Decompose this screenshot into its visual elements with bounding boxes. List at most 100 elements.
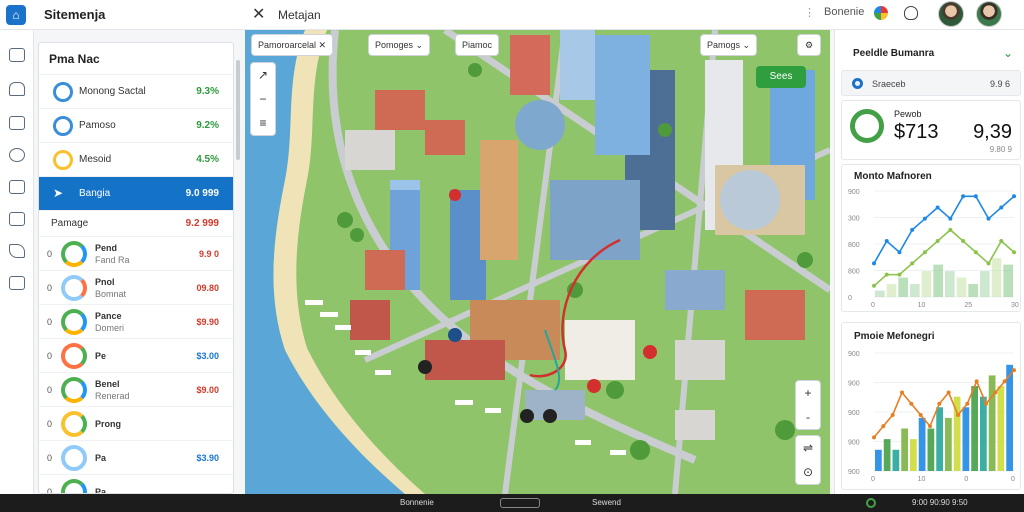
image-icon[interactable] bbox=[9, 180, 25, 194]
data-point bbox=[928, 424, 932, 429]
chevron-down-icon[interactable]: ⌄ bbox=[1003, 46, 1013, 60]
summary-header: Peeldle Bumanra ⌄ bbox=[841, 40, 1021, 68]
map-pin[interactable] bbox=[643, 345, 657, 359]
compass-icon[interactable] bbox=[9, 148, 25, 162]
map-pin[interactable] bbox=[587, 379, 601, 393]
notifications-icon[interactable] bbox=[904, 6, 918, 20]
list-item[interactable]: 0 Pance Domeri $9.90 bbox=[39, 305, 233, 339]
data-point bbox=[956, 412, 960, 417]
bar bbox=[875, 449, 882, 471]
bar bbox=[997, 386, 1005, 471]
map-pin[interactable] bbox=[418, 360, 432, 374]
data-point bbox=[935, 239, 940, 244]
pan-icon[interactable]: ↗ bbox=[251, 63, 275, 87]
item-value: 9.9 0 bbox=[198, 249, 219, 259]
map-pin[interactable] bbox=[543, 409, 557, 423]
zoom-out-button[interactable]: - bbox=[796, 405, 820, 429]
app-logo-icon[interactable]: ⌂ bbox=[6, 5, 26, 25]
filter-chip-label: Pomoges bbox=[375, 40, 414, 50]
search-label: Sraeceb bbox=[872, 79, 906, 89]
map-action-button[interactable]: Sees bbox=[756, 66, 806, 88]
layers-icon[interactable]: ≡ bbox=[251, 111, 275, 135]
map-pin[interactable] bbox=[520, 409, 534, 423]
home-icon[interactable] bbox=[9, 48, 25, 62]
bar bbox=[936, 407, 943, 471]
list-item[interactable]: 0 Prong bbox=[39, 407, 233, 441]
place-item[interactable]: Mesoid 4.5% bbox=[39, 143, 233, 177]
place-label: Bangia bbox=[79, 188, 111, 199]
bar bbox=[988, 375, 996, 471]
place-item[interactable]: Pamoso 9.2% bbox=[39, 109, 233, 143]
bar bbox=[883, 439, 891, 471]
filter-chip[interactable]: Pamoroarcelal ✕ bbox=[251, 34, 334, 56]
document-icon[interactable] bbox=[9, 212, 25, 226]
avatar[interactable] bbox=[938, 1, 964, 27]
filter-chip[interactable]: Pomoges ⌄ bbox=[368, 34, 431, 56]
data-point bbox=[881, 424, 886, 429]
more-icon[interactable]: ⋮ bbox=[804, 6, 815, 19]
data-point bbox=[897, 250, 902, 255]
route-icon[interactable]: ⇌ bbox=[796, 436, 820, 460]
place-item[interactable]: Pamage 9.2 999 bbox=[39, 211, 233, 237]
item-title: Prong bbox=[95, 419, 121, 429]
item-title: Pa bbox=[95, 453, 107, 463]
data-point bbox=[918, 412, 923, 417]
item-value: 09.80 bbox=[196, 283, 219, 293]
place-item[interactable]: Monong Sactal 9.3% bbox=[39, 75, 233, 109]
list-item[interactable]: 0 Pe $3.00 bbox=[39, 339, 233, 373]
data-point bbox=[872, 283, 876, 288]
settings-icon[interactable]: ⚙ bbox=[797, 34, 821, 56]
bar bbox=[956, 277, 967, 297]
item-index: 0 bbox=[47, 317, 53, 327]
top-right-actions: ⋮ Bonenie bbox=[804, 0, 1024, 30]
place-value: 4.5% bbox=[196, 154, 219, 165]
panel-title: Pma Nac bbox=[39, 43, 233, 75]
taskbar-window-icon[interactable] bbox=[500, 498, 540, 508]
city-map[interactable]: Pamoroarcelal ✕ Pomoges ⌄ Piamoc Pamogs … bbox=[245, 30, 830, 494]
x-tick-label: 0 bbox=[964, 476, 968, 483]
data-point bbox=[884, 239, 889, 244]
chart-card-2: Pmoie Mefonegri 900 900 900 900 900 0 10 0 0 bbox=[841, 322, 1021, 490]
place-icon bbox=[53, 116, 73, 136]
panel-scrollbar[interactable] bbox=[236, 60, 240, 160]
x-tick-label: 0 bbox=[1011, 476, 1015, 483]
filter-chip-label: Pamoroarcelal bbox=[258, 40, 317, 50]
place-item-active[interactable]: ➤ Bangia 9.0 999 bbox=[39, 177, 233, 211]
apps-icon[interactable] bbox=[874, 6, 888, 20]
close-icon[interactable]: ✕ bbox=[252, 4, 265, 24]
list-item[interactable]: 0 Benel Renerad $9.00 bbox=[39, 373, 233, 407]
progress-ring-icon bbox=[61, 343, 87, 369]
map-location-controls: ⇌ ⊙ bbox=[795, 435, 821, 485]
taskbar-app[interactable]: Sewend bbox=[592, 498, 621, 507]
list-item[interactable]: 0 Pend Fand Ra 9.9 0 bbox=[39, 237, 233, 271]
place-icon bbox=[53, 82, 73, 102]
kpi-ring-icon bbox=[850, 109, 884, 143]
list-item[interactable]: 0 Pa bbox=[39, 475, 233, 493]
avatar-secondary[interactable] bbox=[976, 1, 1002, 27]
list-item[interactable]: 0 Pa $3.90 bbox=[39, 441, 233, 475]
search-row[interactable]: Sraeceb 9.9 6 bbox=[841, 70, 1021, 96]
chart-icon[interactable] bbox=[9, 116, 25, 130]
taskbar-app[interactable]: Bonnenie bbox=[400, 498, 434, 507]
filter-chip[interactable]: Pamogs ⌄ bbox=[700, 34, 758, 56]
clock: 9:00 90:90 9:50 bbox=[912, 498, 968, 507]
list-item[interactable]: 0 Pnol Bomnat 09.80 bbox=[39, 271, 233, 305]
filter-chip[interactable]: Piamoc bbox=[455, 34, 500, 56]
data-point bbox=[935, 205, 940, 210]
bar bbox=[1006, 364, 1013, 471]
locate-icon[interactable]: ⊙ bbox=[796, 460, 820, 484]
shield-icon[interactable] bbox=[9, 82, 25, 96]
zoom-in-button[interactable]: + bbox=[796, 381, 820, 405]
map-pin[interactable] bbox=[449, 189, 461, 201]
progress-ring-icon bbox=[61, 479, 87, 493]
zoom-out-icon[interactable]: − bbox=[251, 87, 275, 111]
tag-icon[interactable] bbox=[9, 244, 25, 258]
top-right-label[interactable]: Bonenie bbox=[824, 6, 864, 18]
map-pin[interactable] bbox=[448, 328, 462, 342]
bar bbox=[968, 284, 978, 297]
item-subtitle: Fand Ra bbox=[95, 255, 130, 265]
bar bbox=[918, 417, 926, 471]
summary-title: Peeldle Bumanra bbox=[853, 48, 935, 59]
building-icon[interactable] bbox=[9, 276, 25, 290]
item-title: Benel bbox=[95, 379, 120, 389]
